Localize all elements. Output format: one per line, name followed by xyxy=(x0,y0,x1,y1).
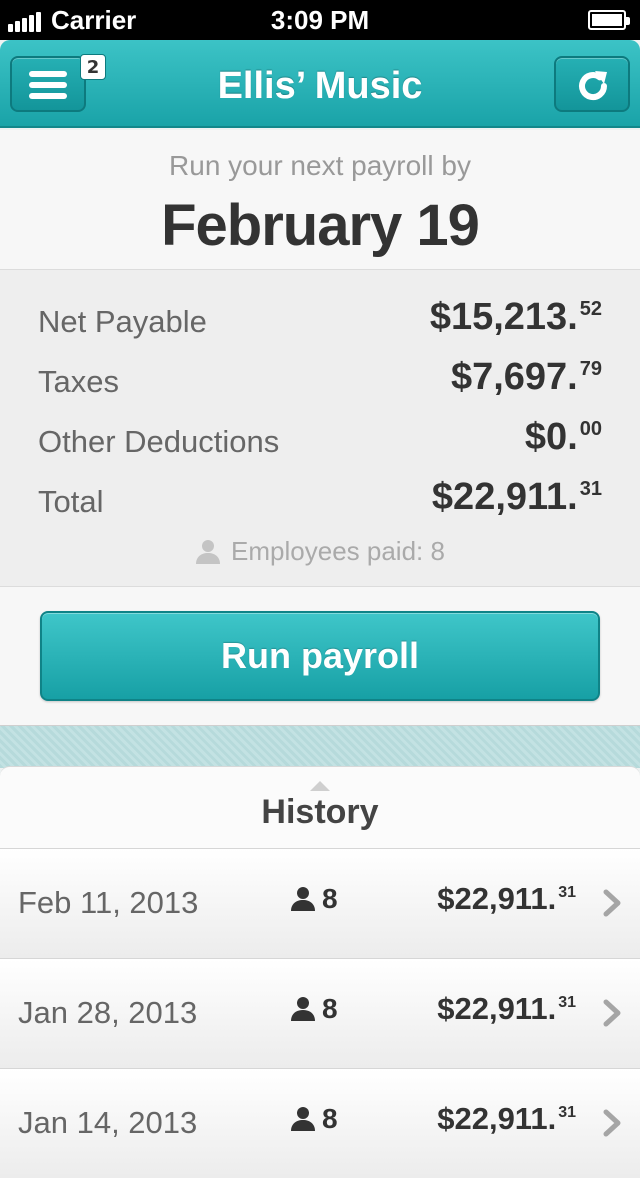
refresh-button[interactable] xyxy=(554,56,630,112)
summary-row-other-deductions: Other Deductions $0. 00 xyxy=(38,416,602,476)
history-date: Feb 11, 2013 xyxy=(18,885,199,920)
summary-label: Other Deductions xyxy=(38,424,280,459)
summary-label: Total xyxy=(38,484,104,519)
run-payroll-button[interactable]: Run payroll xyxy=(40,611,600,701)
history-amount: $22,911. 31 xyxy=(437,1101,576,1136)
hamburger-menu-icon xyxy=(29,71,67,104)
history-title: History xyxy=(261,793,379,831)
payroll-due-date: February 19 xyxy=(161,193,480,258)
person-icon xyxy=(291,887,315,911)
summary-value: $0. 00 xyxy=(524,416,602,458)
history-date: Jan 28, 2013 xyxy=(18,995,198,1030)
refresh-icon xyxy=(579,71,608,100)
history-amount: $22,911. 31 xyxy=(437,881,576,916)
history-amount: $22,911. 31 xyxy=(437,991,576,1026)
nav-bar: Ellis’ Music 2 xyxy=(0,40,640,128)
chevron-right-icon xyxy=(603,999,621,1027)
summary-label: Net Payable xyxy=(38,304,207,339)
history-employee-count: 8 xyxy=(290,993,338,1025)
section-separator xyxy=(0,726,640,768)
history-row[interactable]: Feb 11, 2013 8 $22,911. 31 xyxy=(0,848,640,958)
chevron-right-icon xyxy=(603,889,621,917)
history-employee-count: 8 xyxy=(290,1103,338,1135)
caret-up-icon[interactable] xyxy=(310,781,330,791)
summary-value: $22,911. 31 xyxy=(431,476,602,518)
summary-row-total: Total $22,911. 31 xyxy=(38,476,602,536)
summary-label: Taxes xyxy=(38,364,119,399)
employees-paid-label: Employees paid: 8 xyxy=(231,536,445,566)
person-icon xyxy=(291,1107,315,1131)
notification-badge: 2 xyxy=(80,54,106,80)
status-bar: Carrier 3:09 PM xyxy=(0,0,640,40)
summary-row-net-payable: Net Payable $15,213. 52 xyxy=(38,296,602,356)
divider xyxy=(0,586,640,587)
person-icon xyxy=(196,540,221,564)
payroll-summary: Net Payable $15,213. 52 Taxes $7,697. 79 O… xyxy=(0,270,640,586)
history-row[interactable]: Jan 14, 2013 8 $22,911. 31 xyxy=(0,1068,640,1178)
status-time: 3:09 PM xyxy=(270,5,370,35)
history-panel: History Feb 11, 2013 8 $22,911. 31 Jan 28… xyxy=(0,766,640,1178)
payroll-card: Run your next payroll by February 19 Net… xyxy=(0,130,640,726)
employees-paid: Employees paid: 8 xyxy=(0,536,640,567)
history-employee-count: 8 xyxy=(290,883,338,915)
next-payroll-prompt: Run your next payroll by xyxy=(169,150,471,181)
summary-value: $7,697. 79 xyxy=(450,356,602,398)
battery-icon xyxy=(588,10,630,30)
menu-button[interactable]: 2 xyxy=(10,54,106,112)
person-icon xyxy=(291,997,315,1021)
chevron-right-icon xyxy=(603,1109,621,1137)
history-row[interactable]: Jan 28, 2013 8 $22,911. 31 xyxy=(0,958,640,1068)
summary-value: $15,213. 52 xyxy=(429,296,602,338)
summary-row-taxes: Taxes $7,697. 79 xyxy=(38,356,602,416)
